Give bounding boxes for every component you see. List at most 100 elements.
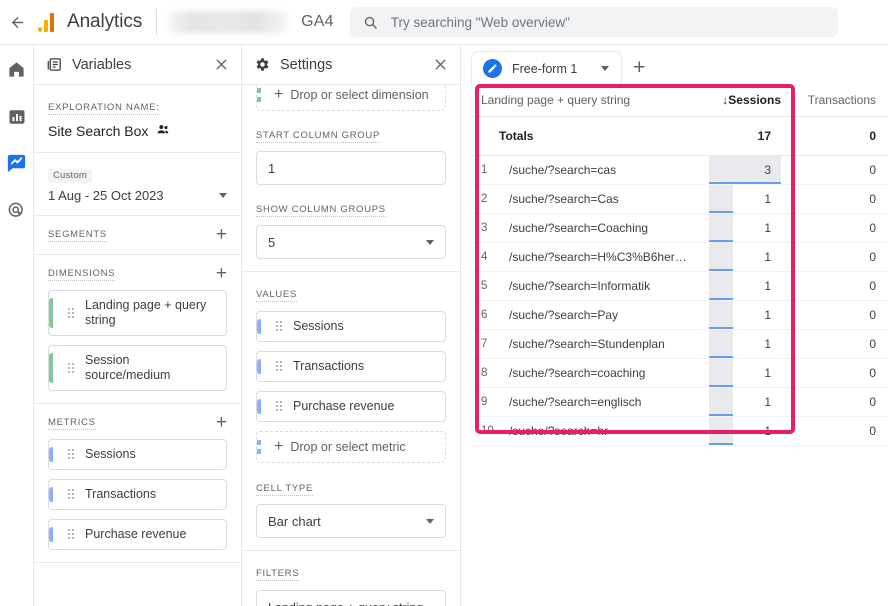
drag-handle-icon[interactable]: [68, 529, 76, 540]
table-row[interactable]: 1/suche/?search=cas 3 0: [471, 155, 888, 185]
rail-item-reports[interactable]: [4, 106, 30, 132]
chevron-down-icon: [219, 193, 227, 198]
tab-label: Free-form 1: [512, 61, 578, 76]
totals-label: Totals: [471, 116, 699, 156]
column-header-transactions[interactable]: Transactions: [791, 85, 886, 117]
metric-color-bar: [49, 527, 53, 542]
row-dimension-cell[interactable]: 6/suche/?search=Pay: [471, 300, 699, 330]
row-dimension-value[interactable]: /suche/?search=coaching: [509, 366, 645, 380]
rail-item-explore[interactable]: [4, 153, 30, 179]
row-sessions-bar-cell: 1: [699, 358, 791, 388]
value-chip[interactable]: Transactions: [256, 351, 446, 382]
row-dimension-value[interactable]: /suche/?search=Pay: [509, 308, 618, 322]
dimension-label: Session source/medium: [85, 353, 171, 382]
settings-panel-header: Settings: [242, 45, 460, 85]
table-row[interactable]: 6/suche/?search=Pay 1 0: [471, 300, 888, 330]
row-dimension-cell[interactable]: 9/suche/?search=englisch: [471, 387, 699, 417]
table-row[interactable]: 7/suche/?search=Stundenplan 1 0: [471, 329, 888, 359]
table-row[interactable]: 9/suche/?search=englisch 1 0: [471, 387, 888, 417]
date-range-picker[interactable]: 1 Aug - 25 Oct 2023: [48, 188, 227, 203]
metric-chip[interactable]: Purchase revenue: [48, 519, 227, 550]
show-column-groups-select[interactable]: 5: [256, 225, 446, 259]
row-dimension-value[interactable]: /suche/?search=H%C3%B6hereinstieg: [509, 250, 689, 264]
row-dimension-cell[interactable]: 5/suche/?search=Informatik: [471, 271, 699, 301]
exploration-name-row[interactable]: Site Search Box: [48, 122, 227, 140]
add-dimension-button[interactable]: +: [216, 264, 227, 283]
account-property-name-redacted[interactable]: [169, 11, 288, 33]
row-dimension-value[interactable]: /suche/?search=Informatik: [509, 279, 650, 293]
row-dimension-cell[interactable]: 3/suche/?search=Coaching: [471, 213, 699, 243]
metric-dropzone-label: Drop or select metric: [290, 440, 406, 454]
row-dimension-cell[interactable]: 4/suche/?search=H%C3%B6hereinstieg: [471, 242, 699, 272]
drag-handle-icon[interactable]: [68, 449, 76, 460]
table-row[interactable]: 10/suche/?search=hr 1 0: [471, 416, 888, 446]
filter-card[interactable]: Landing page + query string contains suc…: [256, 590, 446, 606]
row-dimension-value[interactable]: /suche/?search=cas: [509, 163, 616, 177]
column-header-sessions[interactable]: ↓Sessions: [699, 85, 791, 117]
start-column-group-input[interactable]: 1: [256, 151, 446, 185]
chevron-down-icon: [426, 239, 434, 245]
table-row[interactable]: 2/suche/?search=Cas 1 0: [471, 184, 888, 214]
row-sessions-bar-cell: 1: [699, 184, 791, 214]
drag-handle-icon[interactable]: [276, 361, 284, 372]
back-button[interactable]: [0, 0, 34, 45]
row-dimension-cell[interactable]: 2/suche/?search=Cas: [471, 184, 699, 214]
chevron-down-icon[interactable]: [601, 66, 610, 71]
row-sessions-value: 1: [764, 366, 771, 380]
row-dimension-value[interactable]: /suche/?search=Cas: [509, 192, 619, 206]
table-row[interactable]: 3/suche/?search=Coaching 1 0: [471, 213, 888, 243]
people-share-icon[interactable]: [156, 122, 171, 140]
metric-chip[interactable]: Transactions: [48, 479, 227, 510]
row-dimension-value[interactable]: /suche/?search=hr: [509, 424, 608, 438]
drag-handle-icon[interactable]: [68, 489, 76, 500]
row-index: 3: [481, 222, 488, 234]
table-row[interactable]: 5/suche/?search=Informatik 1 0: [471, 271, 888, 301]
columns-dropzone[interactable]: + Drop or select dimension: [256, 85, 446, 111]
row-dimension-cell[interactable]: 8/suche/?search=coaching: [471, 358, 699, 388]
drag-handle-icon[interactable]: [68, 362, 76, 374]
row-dimension-cell[interactable]: 1/suche/?search=cas: [471, 155, 699, 185]
row-dimension-cell[interactable]: 7/suche/?search=Stundenplan: [471, 329, 699, 359]
add-segment-button[interactable]: +: [216, 225, 227, 244]
row-transactions-value: 0: [791, 300, 886, 330]
dimension-chip[interactable]: Landing page + query string: [48, 290, 227, 336]
row-sessions-bar-cell: 1: [699, 242, 791, 272]
tab-bar: Free-form 1 +: [461, 45, 888, 85]
date-range-chip: Custom: [48, 168, 92, 183]
metric-chip[interactable]: Sessions: [48, 439, 227, 470]
row-dimension-value[interactable]: /suche/?search=Stundenplan: [509, 337, 665, 351]
close-icon[interactable]: [433, 57, 448, 72]
value-chip[interactable]: Sessions: [256, 311, 446, 342]
cell-type-select[interactable]: Bar chart: [256, 504, 446, 538]
drag-handle-icon[interactable]: [68, 307, 76, 319]
drag-handle-icon[interactable]: [276, 401, 284, 412]
rail-item-advertising[interactable]: [4, 200, 30, 226]
tab-free-form-1[interactable]: Free-form 1: [471, 51, 623, 85]
row-transactions-value: 0: [791, 416, 886, 446]
search-input[interactable]: [390, 14, 825, 30]
metric-dropzone[interactable]: + Drop or select metric: [256, 431, 446, 463]
value-chip[interactable]: Purchase revenue: [256, 391, 446, 422]
drag-handle-icon[interactable]: [276, 321, 284, 332]
row-dimension-value[interactable]: /suche/?search=englisch: [509, 395, 641, 409]
settings-scroll-area[interactable]: + Drop or select dimension START COLUMN …: [242, 85, 460, 606]
add-tab-button[interactable]: +: [622, 51, 656, 85]
top-bar: Analytics GA4: [0, 0, 888, 45]
table-row[interactable]: 4/suche/?search=H%C3%B6hereinstieg 1 0: [471, 242, 888, 272]
main-canvas: Free-form 1 + Landing page + query strin…: [461, 45, 888, 606]
add-metric-button[interactable]: +: [216, 413, 227, 432]
metric-color-bar: [257, 319, 261, 334]
brand-title: Analytics: [67, 11, 143, 32]
table-row[interactable]: 8/suche/?search=coaching 1 0: [471, 358, 888, 388]
column-header-dimension[interactable]: Landing page + query string: [471, 85, 699, 117]
row-sessions-value: 1: [764, 395, 771, 409]
dimension-chip[interactable]: Session source/medium: [48, 345, 227, 391]
row-dimension-cell[interactable]: 10/suche/?search=hr: [471, 416, 699, 446]
row-dimension-value[interactable]: /suche/?search=Coaching: [509, 221, 648, 235]
close-icon[interactable]: [214, 57, 229, 72]
row-transactions-value: 0: [791, 271, 886, 301]
metric-color-bar: [257, 359, 261, 374]
rail-item-home[interactable]: [4, 59, 30, 85]
home-icon: [7, 60, 26, 84]
search-bar[interactable]: [349, 7, 838, 37]
